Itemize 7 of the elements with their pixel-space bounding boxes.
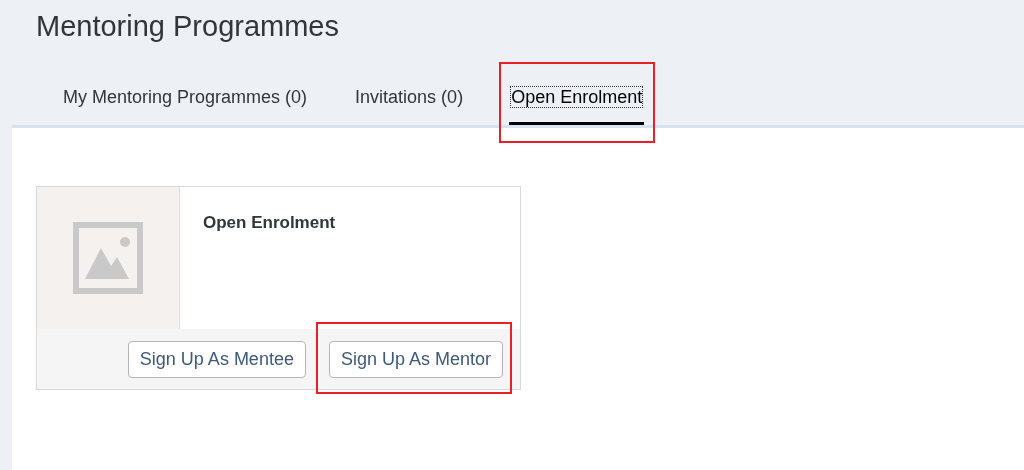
- sign-up-button[interactable]: Sign Up As Mentee: [127, 341, 306, 378]
- sign-up-button[interactable]: Sign Up As Mentor: [328, 341, 503, 378]
- image-placeholder-icon: [73, 222, 143, 294]
- tab[interactable]: Invitations (0): [353, 81, 466, 125]
- page-title: Mentoring Programmes: [35, 9, 340, 43]
- card-title: Open Enrolment: [202, 212, 336, 234]
- tab[interactable]: My Mentoring Programmes (0): [61, 81, 310, 125]
